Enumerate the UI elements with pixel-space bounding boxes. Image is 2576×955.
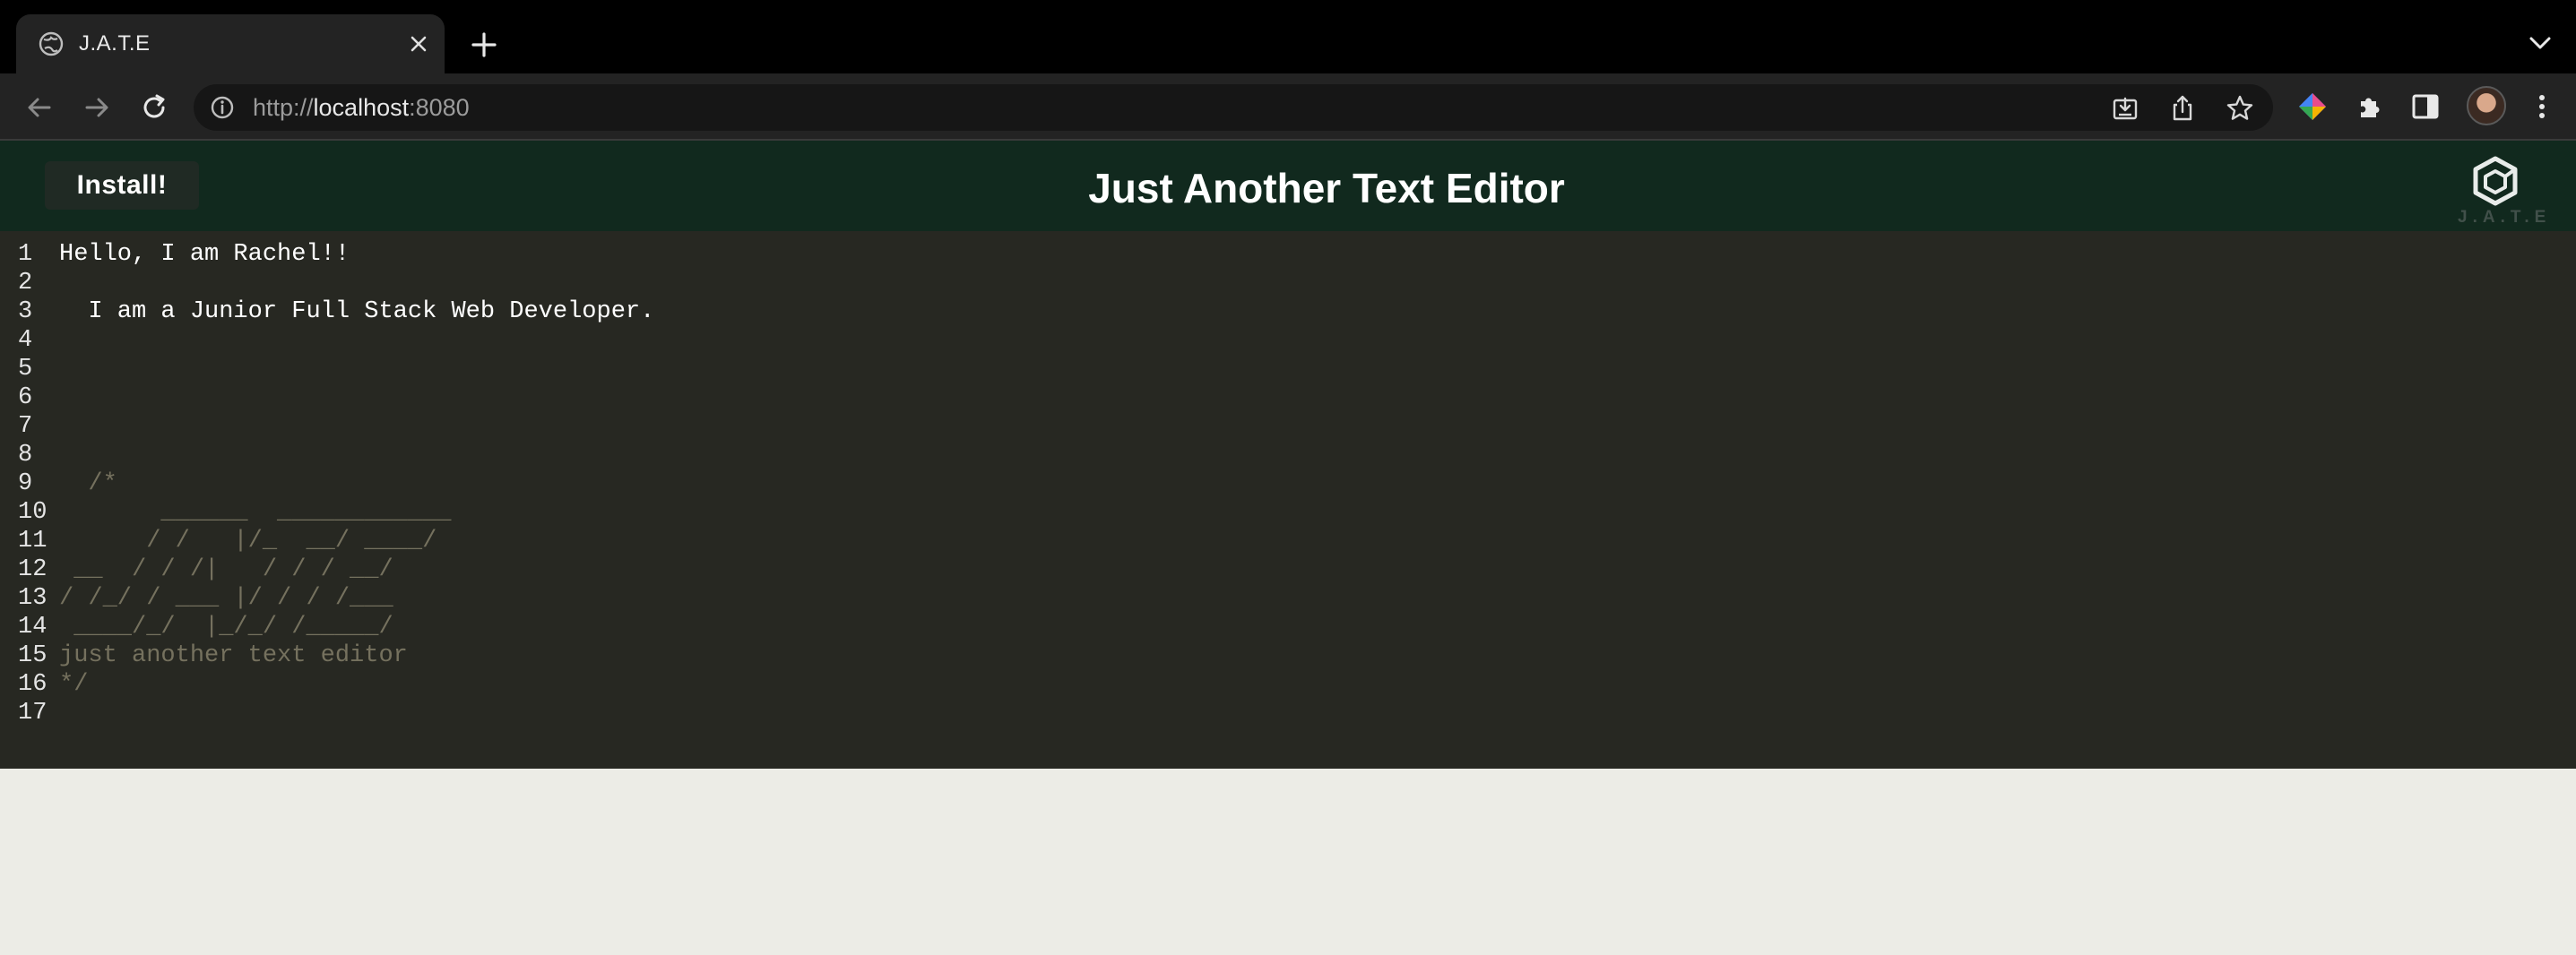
line-number: 6 — [18, 384, 33, 411]
line-text: */ — [59, 671, 89, 698]
app-logo: J.A.T.E — [2458, 153, 2552, 228]
line-number: 9 — [18, 470, 33, 497]
line-text: / / |/_ __/ ____/ — [59, 528, 437, 555]
line-text: I am a Junior Full Stack Web Developer. — [59, 298, 655, 325]
editor-line[interactable]: 5 — [0, 355, 2576, 383]
line-text: Hello, I am Rachel!! — [59, 241, 350, 268]
tab-title: J.A.T.E — [79, 31, 151, 56]
editor-line[interactable]: 10 ______ ____________ — [0, 498, 2576, 527]
line-number: 7 — [18, 413, 33, 440]
browser-tab[interactable]: J.A.T.E — [16, 14, 445, 73]
line-text: just another text editor — [59, 642, 408, 669]
logo-hexagon-icon — [2473, 156, 2518, 206]
editor-line[interactable]: 1 Hello, I am Rachel!! — [0, 240, 2576, 269]
line-text: __ / / /| / / / __/ — [59, 556, 393, 583]
line-number: 10 — [18, 499, 48, 526]
share-icon[interactable] — [2167, 93, 2198, 124]
reload-icon[interactable] — [136, 90, 172, 125]
line-text: ______ ____________ — [59, 499, 452, 526]
line-number: 3 — [18, 298, 33, 325]
extensions-puzzle-icon[interactable] — [2352, 89, 2388, 125]
editor-line[interactable]: 7 — [0, 412, 2576, 441]
address-bar[interactable]: http://localhost:8080 — [194, 84, 2273, 131]
bookmark-star-icon[interactable] — [2225, 93, 2255, 124]
line-number: 17 — [18, 700, 48, 727]
line-number: 5 — [18, 356, 33, 383]
editor-line[interactable]: 2 — [0, 269, 2576, 297]
chevron-down-icon[interactable] — [2524, 27, 2556, 59]
color-extension-icon[interactable] — [2295, 89, 2330, 125]
line-number: 14 — [18, 614, 48, 641]
line-text: /* — [59, 470, 117, 497]
line-number: 4 — [18, 327, 33, 354]
line-number: 16 — [18, 671, 48, 698]
page-title: Just Another Text Editor — [1088, 165, 1565, 211]
line-number: 15 — [18, 642, 48, 669]
forward-arrow-icon[interactable] — [79, 90, 115, 125]
editor-line[interactable]: 8 — [0, 441, 2576, 469]
editor-line[interactable]: 4 — [0, 326, 2576, 355]
back-arrow-icon[interactable] — [22, 90, 57, 125]
close-icon[interactable] — [403, 29, 434, 59]
new-tab-plus-icon[interactable] — [466, 27, 502, 63]
editor-line[interactable]: 6 — [0, 383, 2576, 412]
info-icon[interactable] — [210, 95, 235, 120]
browser-toolbar: http://localhost:8080 — [0, 73, 2576, 140]
url-text: http://localhost:8080 — [253, 94, 470, 121]
install-app-icon[interactable] — [2110, 93, 2140, 124]
editor-line[interactable]: 11 / / |/_ __/ ____/ — [0, 527, 2576, 555]
code-editor[interactable]: 1 Hello, I am Rachel!! 2 3 I am a Junior Fu… — [0, 231, 2576, 769]
profile-avatar[interactable] — [2467, 86, 2506, 125]
logo-text: J.A.T.E — [2458, 208, 2552, 227]
editor-line[interactable]: 14 ____/_/ |_/_/ /_____/ — [0, 613, 2576, 641]
editor-line[interactable]: 17 — [0, 699, 2576, 727]
side-panel-icon[interactable] — [2407, 89, 2443, 125]
editor-line[interactable]: 13 / /_/ / ___ |/ / / /___ — [0, 584, 2576, 613]
line-text: / /_/ / ___ |/ / / /___ — [59, 585, 393, 612]
editor-line[interactable]: 9 /* — [0, 469, 2576, 498]
page-background — [0, 769, 2576, 955]
app-header: Install! Just Another Text Editor J.A.T.… — [0, 141, 2576, 231]
editor-line[interactable]: 16 */ — [0, 670, 2576, 699]
line-number: 13 — [18, 585, 48, 612]
line-number: 12 — [18, 556, 48, 583]
globe-icon — [36, 29, 66, 59]
browser-tab-strip: J.A.T.E — [0, 0, 2576, 73]
line-text: ____/_/ |_/_/ /_____/ — [59, 614, 393, 641]
line-number: 2 — [18, 270, 33, 297]
editor-line[interactable]: 3 I am a Junior Full Stack Web Developer… — [0, 297, 2576, 326]
more-menu-icon[interactable] — [2524, 89, 2560, 125]
editor-line[interactable]: 12 __ / / /| / / / __/ — [0, 555, 2576, 584]
line-number: 11 — [18, 528, 48, 555]
line-number: 1 — [18, 241, 33, 268]
line-number: 8 — [18, 442, 33, 469]
editor-line[interactable]: 15 just another text editor — [0, 641, 2576, 670]
